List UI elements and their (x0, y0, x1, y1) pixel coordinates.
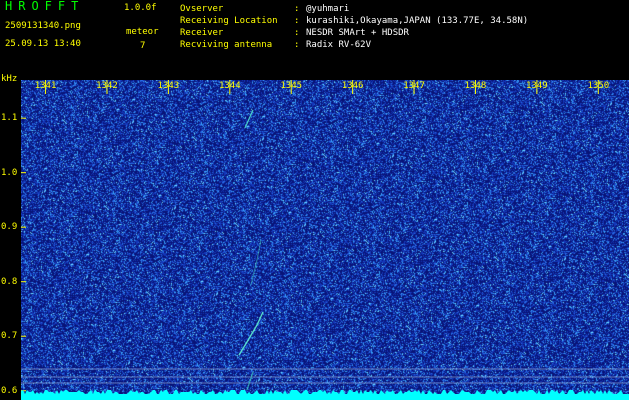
time-tick-label: 1342 (96, 81, 118, 91)
frequency-tick-label: 1.1 (1, 113, 18, 124)
info-row-location: Receiving Location : kurashiki,Okayama,J… (180, 15, 620, 27)
info-value: NESDR SMArt + HDSDR (306, 28, 409, 38)
spectrogram-overlay (21, 80, 629, 400)
time-tick-label: 1349 (526, 81, 548, 91)
meteor-echo (238, 311, 264, 356)
app-title: HROFFT (5, 0, 85, 13)
info-label: Recviving antenna (180, 40, 273, 50)
spectrogram-waterfall (21, 80, 629, 400)
time-tick-label: 1348 (464, 81, 487, 91)
time-tick-label: 1341 (34, 81, 57, 91)
hrofft-screen: HROFFT 1.0.0f 2509131340.png 25.09.13 13… (0, 0, 629, 400)
station-info: Ovserver : @yuhmari Receiving Location :… (180, 3, 620, 51)
info-value: Radix RV-62V (306, 40, 372, 50)
info-separator: : (294, 40, 300, 50)
time-tick-label: 1345 (280, 81, 303, 91)
mode-label: meteor (126, 27, 159, 37)
meteor-echo (250, 239, 262, 286)
info-row-observer: Ovserver : @yuhmari (180, 3, 620, 15)
info-label: Ovserver (180, 4, 224, 14)
frequency-unit-label: kHz (1, 74, 18, 84)
time-tick-label: 1343 (157, 81, 180, 91)
meteor-echo (246, 371, 254, 391)
info-separator: : (294, 16, 300, 26)
timestamp: 25.09.13 13:40 (5, 39, 81, 49)
time-tick-label: 1344 (218, 81, 241, 91)
frequency-tick-label: 0.6 (1, 385, 18, 396)
frequency-tick-label: 0.9 (1, 222, 18, 233)
frequency-tick-label: 0.7 (1, 331, 18, 342)
meteor-count: 7 (140, 41, 146, 51)
app-version: 1.0.0f (124, 3, 157, 13)
info-separator: : (294, 4, 300, 14)
frequency-tick-label: 0.8 (1, 276, 18, 287)
info-value: @yuhmari (306, 4, 350, 14)
meteor-echo (244, 109, 254, 129)
info-separator: : (294, 28, 300, 38)
time-tick-label: 1347 (403, 81, 425, 91)
info-label: Receiver (180, 28, 224, 38)
baseline-noise-band (21, 389, 629, 400)
info-value: kurashiki,Okayama,JAPAN (133.77E, 34.58N… (306, 16, 529, 26)
info-row-receiver: Receiver : NESDR SMArt + HDSDR (180, 27, 620, 39)
frequency-tick-label: 1.0 (1, 167, 18, 178)
info-label: Receiving Location (180, 16, 278, 26)
time-tick-label: 1350 (587, 81, 610, 91)
file-name: 2509131340.png (5, 21, 81, 31)
info-row-antenna: Recviving antenna : Radix RV-62V (180, 39, 620, 51)
time-tick-label: 1346 (341, 81, 364, 91)
